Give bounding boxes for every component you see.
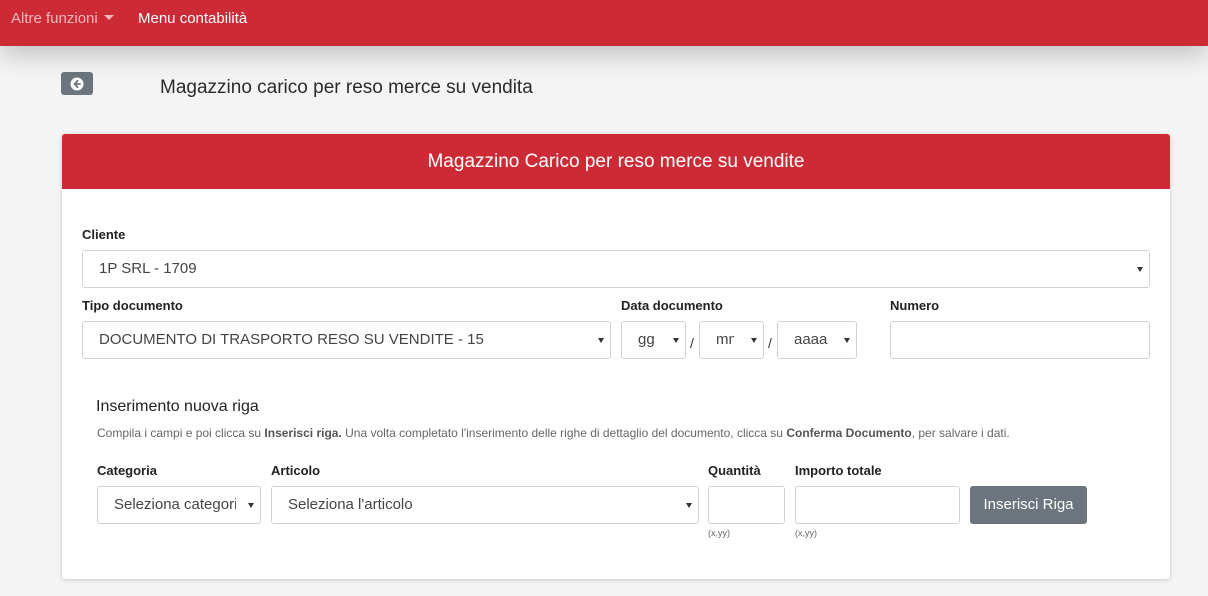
numero-input[interactable]: [890, 321, 1150, 359]
articolo-select[interactable]: Seleziona l'articolo: [271, 486, 699, 524]
cliente-select[interactable]: 1P SRL - 1709: [82, 250, 1150, 288]
data-documento-label: Data documento: [621, 298, 723, 313]
day-select-value: gg: [638, 331, 655, 348]
quantita-format-hint: (x,yy): [708, 528, 730, 538]
help-text-bold: Conferma Documento: [786, 426, 912, 440]
insert-row-button[interactable]: Inserisci Riga: [970, 486, 1087, 524]
back-button[interactable]: [61, 72, 93, 95]
categoria-select[interactable]: Seleziona categoria: [97, 486, 261, 524]
year-select[interactable]: aaaa: [777, 321, 857, 359]
importo-format-hint: (x,yy): [795, 528, 817, 538]
page-title: Magazzino carico per reso merce su vendi…: [160, 77, 533, 98]
help-text-bold: Inserisci riga.: [264, 426, 342, 440]
tipo-documento-select[interactable]: DOCUMENTO DI TRASPORTO RESO SU VENDITE -…: [82, 321, 611, 359]
caret-down-icon: [103, 15, 114, 20]
numero-label: Numero: [890, 298, 940, 313]
chevron-down-icon: [844, 338, 850, 343]
quantita-input[interactable]: [708, 486, 785, 524]
help-text-part: , per salvare i dati.: [911, 426, 1010, 440]
new-row-section-title: Inserimento nuova riga: [96, 398, 259, 415]
tipo-documento-select-value: DOCUMENTO DI TRASPORTO RESO SU VENDITE -…: [99, 331, 484, 348]
articolo-select-value: Seleziona l'articolo: [288, 496, 413, 513]
chevron-down-icon: [686, 503, 692, 508]
new-row-help-text: Compila i campi e poi clicca su Inserisc…: [97, 426, 1010, 441]
cliente-select-value: 1P SRL - 1709: [99, 260, 197, 277]
categoria-select-value: Seleziona categoria: [114, 496, 236, 513]
chevron-down-icon: [673, 338, 679, 343]
chevron-down-icon: [751, 338, 757, 343]
categoria-label: Categoria: [97, 463, 157, 478]
date-separator: /: [690, 335, 694, 351]
month-select[interactable]: mm: [699, 321, 764, 359]
year-select-value: aaaa: [794, 331, 828, 348]
document-card: Magazzino Carico per reso merce su vendi…: [62, 134, 1170, 579]
nav-accounting-menu[interactable]: Menu contabilità: [138, 10, 247, 28]
nav-other-functions-label: Altre funzioni: [11, 10, 98, 27]
help-text-part: Compila i campi e poi clicca su: [97, 426, 265, 440]
card-header: Magazzino Carico per reso merce su vendi…: [62, 134, 1170, 189]
tipo-documento-label: Tipo documento: [82, 298, 183, 313]
importo-totale-input[interactable]: [795, 486, 960, 524]
chevron-down-icon: [248, 503, 254, 508]
top-navbar: Altre funzioni Menu contabilità: [0, 0, 1208, 46]
importo-totale-label: Importo totale: [795, 463, 882, 478]
arrow-circle-left-icon: [70, 77, 84, 90]
day-select[interactable]: gg: [621, 321, 686, 359]
articolo-label: Articolo: [271, 463, 321, 478]
quantita-label: Quantità: [708, 463, 761, 478]
nav-other-functions-dropdown[interactable]: Altre funzioni: [11, 10, 114, 28]
chevron-down-icon: [1137, 267, 1143, 272]
chevron-down-icon: [598, 338, 604, 343]
month-select-value: mm: [716, 331, 734, 348]
cliente-label: Cliente: [82, 227, 126, 242]
date-separator: /: [768, 335, 772, 351]
help-text-part: Una volta completato l'inserimento delle…: [341, 426, 787, 440]
